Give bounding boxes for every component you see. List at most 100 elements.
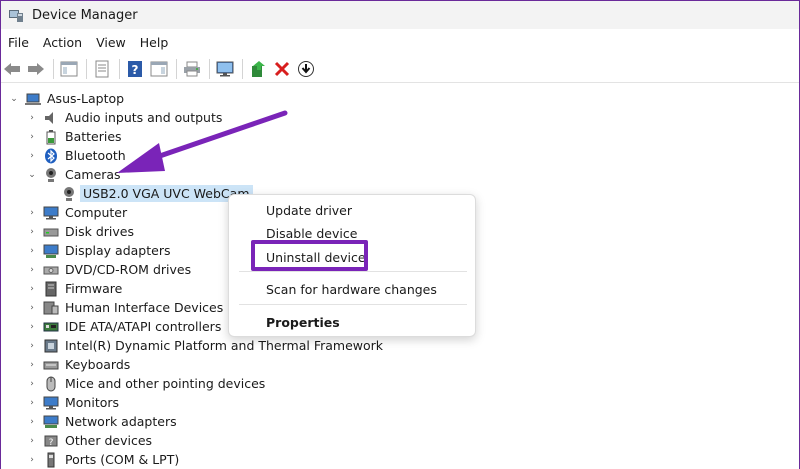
tree-root[interactable]: ⌄ Asus-Laptop (9, 89, 124, 108)
tree-item-label: Batteries (65, 129, 122, 144)
tree-item-display-adapters[interactable]: › Display adapters (27, 241, 170, 260)
tree-item-webcam[interactable]: USB2.0 VGA UVC WebCam (61, 184, 253, 203)
mouse-icon (43, 376, 59, 392)
monitor-icon (43, 395, 59, 411)
download-arrow-icon[interactable] (295, 58, 317, 80)
chevron-right-icon[interactable]: › (27, 455, 37, 465)
print-icon[interactable] (181, 58, 203, 80)
tree-item-ports[interactable]: › Ports (COM & LPT) (27, 450, 179, 469)
chevron-down-icon[interactable]: ⌄ (27, 170, 37, 180)
tree-item-label: Computer (65, 205, 128, 220)
menu-help[interactable]: Help (133, 35, 176, 50)
tree-item-batteries[interactable]: › Batteries (27, 127, 122, 146)
chevron-right-icon[interactable]: › (27, 379, 37, 389)
chevron-right-icon[interactable]: › (27, 417, 37, 427)
keyboard-icon (43, 357, 59, 373)
tree-item-label: Bluetooth (65, 148, 126, 163)
properties-sheet-icon[interactable] (91, 58, 113, 80)
port-icon (43, 452, 59, 468)
tree-root-label: Asus-Laptop (47, 91, 125, 106)
bluetooth-icon (43, 148, 59, 164)
tree-item-label: Other devices (65, 433, 153, 448)
tree-item-intel[interactable]: › Intel(R) Dynamic Platform and Thermal … (27, 336, 383, 355)
tree-item-mice[interactable]: › Mice and other pointing devices (27, 374, 265, 393)
chevron-right-icon[interactable]: › (27, 436, 37, 446)
context-separator (239, 271, 467, 272)
title-bar: Device Manager (1, 1, 799, 29)
toolbar-separator (209, 58, 210, 79)
tree-item-dvd[interactable]: › DVD/CD-ROM drives (27, 260, 191, 279)
tree-item-ide[interactable]: › IDE ATA/ATAPI controllers (27, 317, 221, 336)
tree-item-bluetooth[interactable]: › Bluetooth (27, 146, 126, 165)
back-arrow-icon[interactable] (1, 58, 23, 80)
tree-item-computer[interactable]: › Computer (27, 203, 127, 222)
chevron-right-icon[interactable]: › (27, 151, 37, 161)
tree-item-other-devices[interactable]: › ? Other devices (27, 431, 152, 450)
firmware-icon (43, 281, 59, 297)
console-tree-icon[interactable] (58, 58, 80, 80)
chevron-right-icon[interactable]: › (27, 113, 37, 123)
tree-item-firmware[interactable]: › Firmware (27, 279, 122, 298)
tree-item-label: Display adapters (65, 243, 171, 258)
chevron-right-icon[interactable]: › (27, 341, 37, 351)
chevron-down-icon[interactable]: ⌄ (9, 94, 19, 104)
tree-item-hid[interactable]: › Human Interface Devices (27, 298, 223, 317)
toolbar: ? (1, 55, 799, 83)
other-devices-icon: ? (43, 433, 59, 449)
tree-item-monitors[interactable]: › Monitors (27, 393, 119, 412)
context-update-driver[interactable]: Update driver (266, 203, 352, 218)
tree-item-label: DVD/CD-ROM drives (65, 262, 192, 277)
toolbar-separator (119, 58, 120, 79)
tree-item-cameras[interactable]: ⌄ Cameras (27, 165, 120, 184)
svg-text:?: ? (132, 63, 139, 77)
chevron-right-icon[interactable]: › (27, 265, 37, 275)
menu-bar: File Action View Help (1, 30, 799, 54)
laptop-icon (25, 91, 41, 107)
tree-item-label: Human Interface Devices (65, 300, 224, 315)
tree-item-disk-drives[interactable]: › Disk drives (27, 222, 134, 241)
intel-framework-icon (43, 338, 59, 354)
speaker-icon (43, 110, 59, 126)
help-icon[interactable]: ? (124, 58, 146, 80)
toolbar-separator (176, 58, 177, 79)
svg-text:?: ? (49, 438, 54, 448)
action-pane-icon[interactable] (148, 58, 170, 80)
tree-item-label: Intel(R) Dynamic Platform and Thermal Fr… (65, 338, 384, 353)
dvd-drive-icon (43, 262, 59, 278)
toolbar-separator (53, 58, 54, 79)
tree-item-label: Firmware (65, 281, 123, 296)
update-driver-icon[interactable] (247, 58, 269, 80)
chevron-right-icon[interactable]: › (27, 246, 37, 256)
chevron-right-icon[interactable]: › (27, 132, 37, 142)
tree-item-network[interactable]: › Network adapters (27, 412, 176, 431)
battery-icon (43, 129, 59, 145)
chevron-right-icon[interactable]: › (27, 284, 37, 294)
monitor-scan-icon[interactable] (214, 58, 236, 80)
window-title: Device Manager (32, 7, 138, 23)
tree-item-label: Keyboards (65, 357, 131, 372)
chevron-right-icon[interactable]: › (27, 227, 37, 237)
forward-arrow-icon[interactable] (25, 58, 47, 80)
tree-item-label: Monitors (65, 395, 120, 410)
uninstall-x-icon[interactable] (271, 58, 293, 80)
highlight-box (251, 240, 368, 271)
toolbar-separator (242, 58, 243, 79)
tree-item-keyboards[interactable]: › Keyboards (27, 355, 130, 374)
tree-item-label: IDE ATA/ATAPI controllers (65, 319, 222, 334)
context-separator (239, 304, 467, 305)
chevron-right-icon[interactable]: › (27, 208, 37, 218)
menu-file[interactable]: File (1, 35, 36, 50)
chevron-right-icon[interactable]: › (27, 303, 37, 313)
context-scan-hardware[interactable]: Scan for hardware changes (266, 282, 437, 297)
context-disable-device[interactable]: Disable device (266, 226, 357, 241)
camera-icon (43, 167, 59, 183)
tree-item-audio[interactable]: › Audio inputs and outputs (27, 108, 222, 127)
computer-icon (43, 205, 59, 221)
chevron-right-icon[interactable]: › (27, 360, 37, 370)
camera-icon (61, 186, 77, 202)
menu-view[interactable]: View (89, 35, 133, 50)
menu-action[interactable]: Action (36, 35, 89, 50)
chevron-right-icon[interactable]: › (27, 398, 37, 408)
context-properties[interactable]: Properties (266, 315, 340, 330)
chevron-right-icon[interactable]: › (27, 322, 37, 332)
